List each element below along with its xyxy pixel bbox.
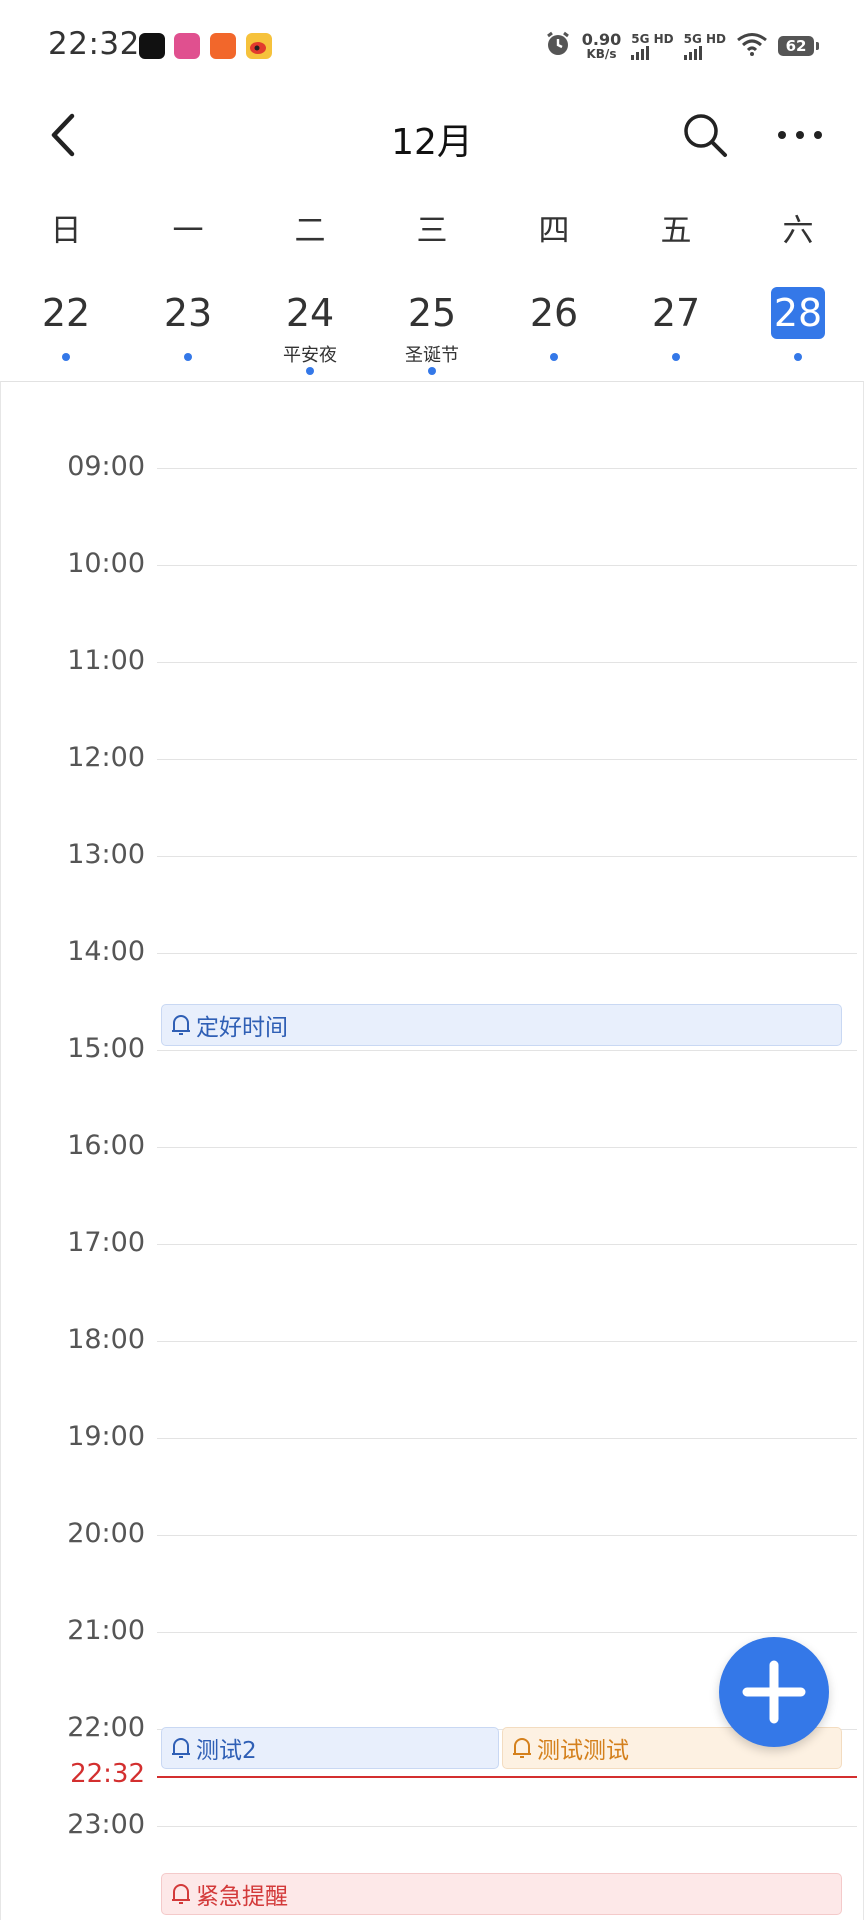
hour-label: 12:00 bbox=[67, 742, 145, 773]
more-button[interactable] bbox=[772, 110, 828, 160]
event-item[interactable]: 定好时间 bbox=[161, 1004, 842, 1046]
event-dot bbox=[184, 353, 192, 361]
hour-label: 15:00 bbox=[67, 1033, 145, 1064]
date-number: 23 bbox=[163, 291, 213, 335]
app-icon-2 bbox=[174, 33, 200, 59]
event-item[interactable]: 测试2 bbox=[161, 1727, 499, 1769]
hour-line bbox=[157, 759, 857, 760]
bell-icon bbox=[172, 1738, 190, 1758]
hour-line bbox=[157, 1244, 857, 1245]
event-dot bbox=[62, 353, 70, 361]
hour-line bbox=[157, 468, 857, 469]
date-number-selected: 28 bbox=[771, 287, 825, 339]
hour-line bbox=[157, 662, 857, 663]
event-title: 定好时间 bbox=[196, 1015, 288, 1041]
hour-label: 17:00 bbox=[67, 1227, 145, 1258]
event-dot bbox=[672, 353, 680, 361]
network-speed: 0.90 KB/s bbox=[581, 29, 622, 61]
hour-line bbox=[157, 1050, 857, 1051]
bell-icon bbox=[513, 1738, 531, 1758]
weibo-icon bbox=[246, 33, 272, 59]
status-bar: 22:32 0.90 KB/s 5G HD 5G HD 62 bbox=[0, 0, 864, 95]
event-item[interactable]: 紧急提醒 bbox=[161, 1873, 842, 1915]
date-number: 24 bbox=[285, 291, 335, 335]
hour-label: 11:00 bbox=[67, 645, 145, 676]
event-dot bbox=[550, 353, 558, 361]
hour-label: 18:00 bbox=[67, 1324, 145, 1355]
hour-label: 10:00 bbox=[67, 548, 145, 579]
search-icon bbox=[684, 114, 727, 157]
date-number: 26 bbox=[529, 291, 579, 335]
hour-line bbox=[157, 1632, 857, 1633]
hour-line bbox=[157, 856, 857, 857]
event-dot bbox=[428, 367, 436, 375]
event-title: 测试2 bbox=[196, 1738, 257, 1764]
sim1-signal: 5G HD bbox=[631, 31, 674, 60]
event-title: 紧急提醒 bbox=[196, 1884, 288, 1910]
weekday-label: 五 bbox=[660, 213, 692, 249]
hour-line bbox=[157, 1826, 857, 1827]
app-icon-1 bbox=[139, 33, 165, 59]
hour-label: 14:00 bbox=[67, 936, 145, 967]
wifi-icon bbox=[736, 32, 768, 60]
current-time-label: 22:32 bbox=[70, 1759, 145, 1789]
hour-line bbox=[157, 1535, 857, 1536]
event-dot bbox=[306, 367, 314, 375]
hour-label: 13:00 bbox=[67, 839, 145, 870]
hour-label: 21:00 bbox=[67, 1615, 145, 1646]
date-number: 25 bbox=[407, 291, 457, 335]
bell-icon bbox=[172, 1884, 190, 1904]
hour-label: 16:00 bbox=[67, 1130, 145, 1161]
alarm-icon bbox=[544, 30, 572, 62]
holiday-label: 圣诞节 bbox=[405, 345, 459, 366]
page-title: 12月 bbox=[391, 122, 473, 163]
hour-label: 09:00 bbox=[67, 451, 145, 482]
hour-line bbox=[157, 1341, 857, 1342]
week-strip: 日 22 一 23 二 24 平安夜 三 25 圣诞节 四 26 五 27 六 … bbox=[0, 205, 864, 380]
hour-label: 22:00 bbox=[67, 1712, 145, 1743]
event-title: 测试测试 bbox=[537, 1738, 629, 1764]
hour-line bbox=[157, 1147, 857, 1148]
plus-icon bbox=[742, 1660, 806, 1724]
sim2-label: 5G HD bbox=[683, 31, 726, 46]
hour-line bbox=[157, 565, 857, 566]
event-dot bbox=[794, 353, 802, 361]
hour-label: 19:00 bbox=[67, 1421, 145, 1452]
speed-value: 0.90 bbox=[581, 29, 622, 49]
search-button[interactable] bbox=[680, 110, 730, 160]
hour-line bbox=[157, 1438, 857, 1439]
weekday-label: 四 bbox=[538, 213, 570, 249]
bell-icon bbox=[172, 1015, 190, 1035]
weekday-label: 六 bbox=[782, 213, 814, 249]
app-icon-3 bbox=[210, 33, 236, 59]
hour-label: 20:00 bbox=[67, 1518, 145, 1549]
sim1-label: 5G HD bbox=[631, 31, 674, 46]
battery-indicator: 62 bbox=[778, 36, 819, 56]
sim2-signal: 5G HD bbox=[683, 31, 726, 60]
weekday-label: 二 bbox=[294, 213, 326, 249]
weekday-label: 三 bbox=[416, 213, 448, 249]
hour-line bbox=[157, 953, 857, 954]
current-time-line bbox=[157, 1776, 857, 1778]
date-number: 27 bbox=[651, 291, 701, 335]
status-time: 22:32 bbox=[48, 26, 140, 62]
app-header: 12月 bbox=[0, 95, 864, 180]
weekday-label: 日 bbox=[50, 213, 82, 249]
more-icon bbox=[778, 131, 822, 139]
date-number: 22 bbox=[41, 291, 91, 335]
speed-unit: KB/s bbox=[586, 46, 617, 61]
weekday-label: 一 bbox=[172, 213, 204, 249]
add-event-button[interactable] bbox=[719, 1637, 829, 1747]
holiday-label: 平安夜 bbox=[283, 345, 337, 366]
hour-label: 23:00 bbox=[67, 1809, 145, 1840]
